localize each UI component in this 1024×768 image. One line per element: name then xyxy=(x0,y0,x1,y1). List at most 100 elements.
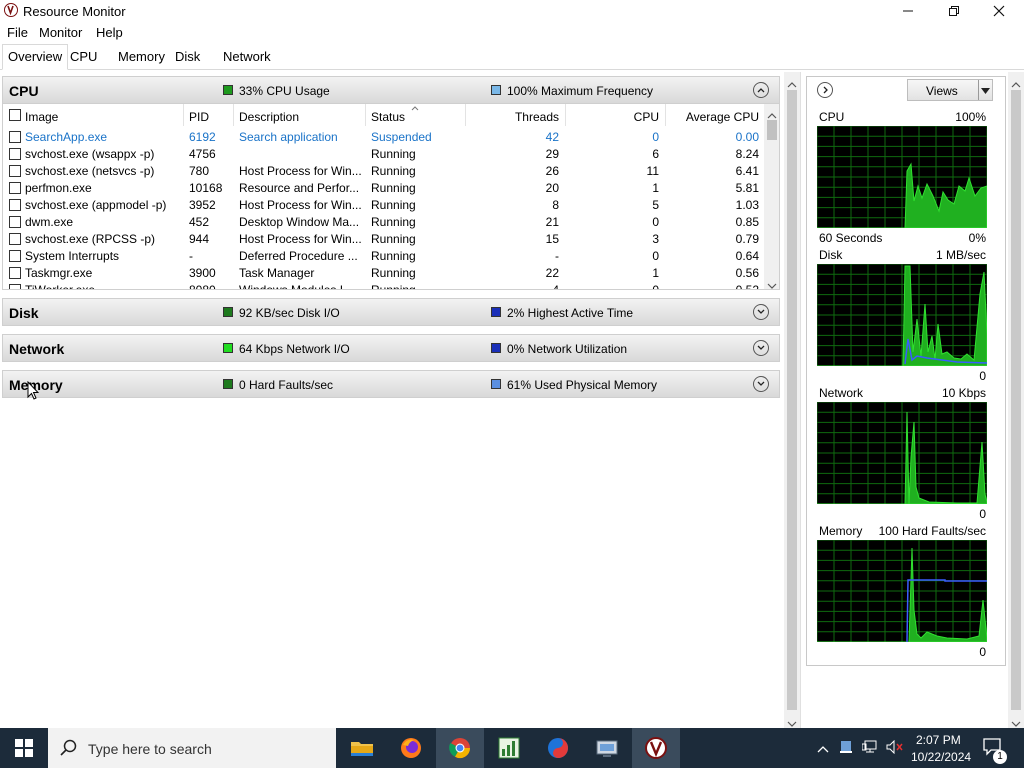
scroll-thumb[interactable] xyxy=(767,120,777,140)
row-checkbox[interactable] xyxy=(9,267,21,279)
cell-average-cpu: 0.64 xyxy=(735,249,759,263)
cell-threads: 29 xyxy=(545,147,559,161)
col-description-header[interactable]: Description xyxy=(239,110,299,124)
cpu-frequency-text: 100% Maximum Frequency xyxy=(507,84,654,98)
disk-graph-title: Disk xyxy=(819,248,843,262)
disk-expand-chevron-down-icon[interactable] xyxy=(753,304,769,320)
row-checkbox[interactable] xyxy=(9,284,21,289)
col-cpu-header[interactable]: CPU xyxy=(565,110,659,124)
cell-threads: 4 xyxy=(552,283,559,290)
network-graph-max: 10 Kbps xyxy=(941,386,986,400)
cpu-collapse-chevron-up-icon[interactable] xyxy=(753,82,769,98)
cell-cpu: 6 xyxy=(652,147,659,161)
memory-expand-chevron-down-icon[interactable] xyxy=(753,376,769,392)
scroll-up-arrow-icon[interactable] xyxy=(1011,77,1021,91)
network-expand-chevron-down-icon[interactable] xyxy=(753,340,769,356)
row-checkbox[interactable] xyxy=(9,148,21,160)
resource-monitor-taskbar-button[interactable] xyxy=(632,728,680,768)
cell-average-cpu: 0.00 xyxy=(735,130,759,144)
views-label: Views xyxy=(926,84,958,98)
row-checkbox[interactable] xyxy=(9,165,21,177)
memory-faults-legend-icon xyxy=(223,379,233,389)
scroll-up-arrow-icon[interactable] xyxy=(787,77,797,91)
dropdown-arrow-icon xyxy=(981,88,990,94)
system-tool-taskbar-button[interactable] xyxy=(583,728,631,768)
memory-section-header[interactable]: Memory 0 Hard Faults/sec 61% Used Physic… xyxy=(2,370,780,398)
col-average-cpu-header[interactable]: Average CPU xyxy=(665,110,759,124)
col-threads-header[interactable]: Threads xyxy=(465,110,559,124)
clock-date[interactable]: 10/22/2024 xyxy=(911,750,971,764)
row-checkbox[interactable] xyxy=(9,131,21,143)
restore-button[interactable] xyxy=(931,0,977,22)
scroll-down-arrow-icon[interactable] xyxy=(767,278,777,289)
scroll-thumb[interactable] xyxy=(1011,90,1021,710)
col-image-header[interactable]: Image xyxy=(25,110,58,124)
cpu-usage-text: 33% CPU Usage xyxy=(239,84,330,98)
disk-io-text: 92 KB/sec Disk I/O xyxy=(239,306,340,320)
table-row[interactable]: svchost.exe (wsappx -p) 4756 Running 29 6 8.2… xyxy=(3,146,763,163)
tab-memory[interactable]: Memory xyxy=(113,46,170,68)
close-button[interactable] xyxy=(976,0,1022,22)
chrome-icon xyxy=(449,738,471,759)
cpu-process-table: Image PID Description Status Threads CPU… xyxy=(2,104,780,290)
table-scrollbar[interactable] xyxy=(764,104,779,289)
cell-cpu: 1 xyxy=(652,181,659,195)
volume-muted-icon[interactable] xyxy=(886,739,904,757)
minimize-button[interactable] xyxy=(885,0,931,22)
views-dropdown[interactable]: Views xyxy=(907,79,993,101)
menu-help[interactable]: Help xyxy=(96,25,123,40)
table-row[interactable]: svchost.exe (netsvcs -p) 780 Host Process … xyxy=(3,163,763,180)
network-tray-icon[interactable] xyxy=(861,740,878,757)
table-row[interactable]: Taskmgr.exe 3900 Task Manager Running 22 1 0.5… xyxy=(3,265,763,282)
window-title: Resource Monitor xyxy=(23,4,126,19)
menu-file[interactable]: File xyxy=(7,25,28,40)
row-checkbox[interactable] xyxy=(9,233,21,245)
show-hidden-icons-chevron-up-icon[interactable] xyxy=(817,742,829,756)
cell-threads: - xyxy=(555,249,559,263)
col-status-header[interactable]: Status xyxy=(371,110,405,124)
row-checkbox[interactable] xyxy=(9,250,21,262)
tab-disk[interactable]: Disk xyxy=(170,46,205,68)
file-explorer-taskbar-button[interactable] xyxy=(338,728,386,768)
spreadsheet-taskbar-button[interactable] xyxy=(485,728,533,768)
table-row[interactable]: System Interrupts - Deferred Procedure ...… xyxy=(3,248,763,265)
overview-scrollbar[interactable] xyxy=(784,72,800,728)
tab-overview[interactable]: Overview xyxy=(2,44,69,70)
menu-monitor[interactable]: Monitor xyxy=(39,25,82,40)
chrome-taskbar-button[interactable] xyxy=(436,728,484,768)
window-scrollbar[interactable] xyxy=(1008,72,1024,728)
cpu-section-title: CPU xyxy=(9,83,39,99)
table-row[interactable]: dwm.exe 452 Desktop Window Ma... Running 21 0… xyxy=(3,214,763,231)
cpu-section-header[interactable]: CPU 33% CPU Usage 100% Maximum Frequency xyxy=(2,76,780,104)
clock-time[interactable]: 2:07 PM xyxy=(916,733,961,747)
row-checkbox[interactable] xyxy=(9,199,21,211)
table-row[interactable]: svchost.exe (appmodel -p) 3952 Host Proces… xyxy=(3,197,763,214)
table-row[interactable]: SearchApp.exe 6192 Search application Suspe… xyxy=(3,129,763,146)
tab-network[interactable]: Network xyxy=(218,46,276,68)
row-checkbox[interactable] xyxy=(9,182,21,194)
app-taskbar-button[interactable] xyxy=(534,728,582,768)
expand-pane-chevron-right-icon[interactable] xyxy=(817,82,833,98)
disk-section-header[interactable]: Disk 92 KB/sec Disk I/O 2% Highest Activ… xyxy=(2,298,780,326)
cell-status: Running xyxy=(371,215,416,229)
start-button[interactable] xyxy=(0,728,48,768)
table-row[interactable]: svchost.exe (RPCSS -p) 944 Host Process fo… xyxy=(3,231,763,248)
device-tray-icon[interactable] xyxy=(839,740,853,757)
table-row[interactable]: TiWorker.exe 8080 Windows Modules I... Runn… xyxy=(3,282,763,290)
cell-status: Running xyxy=(371,181,416,195)
firefox-taskbar-button[interactable] xyxy=(387,728,435,768)
scroll-thumb[interactable] xyxy=(787,90,797,710)
network-graph-canvas xyxy=(817,402,987,504)
cell-description: Deferred Procedure ... xyxy=(239,249,358,263)
cpu-graph-canvas xyxy=(817,126,987,228)
row-checkbox[interactable] xyxy=(9,216,21,228)
network-graph-min: 0 xyxy=(979,507,986,521)
col-pid-header[interactable]: PID xyxy=(189,110,209,124)
table-row[interactable]: perfmon.exe 10168 Resource and Perfor... Ru… xyxy=(3,180,763,197)
select-all-checkbox[interactable] xyxy=(9,109,21,121)
cell-pid: 6192 xyxy=(189,130,216,144)
column-divider xyxy=(183,104,184,126)
network-section-header[interactable]: Network 64 Kbps Network I/O 0% Network U… xyxy=(2,334,780,362)
blue-red-swirl-icon xyxy=(548,738,568,758)
tab-cpu[interactable]: CPU xyxy=(65,46,102,68)
